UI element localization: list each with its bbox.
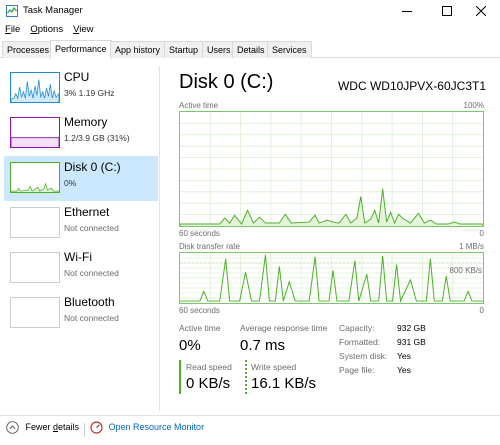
active-time-stat-value: 0% bbox=[179, 337, 201, 354]
minimize-icon bbox=[402, 11, 412, 12]
tab-processes[interactable]: Processes bbox=[2, 41, 55, 58]
resource-sidebar: CPU 3% 1.19 GHz Memory 1.2/3.9 GB (31%) … bbox=[0, 66, 160, 411]
tab-app-history[interactable]: App history bbox=[110, 41, 166, 58]
sidebar-ethernet-name: Ethernet bbox=[64, 205, 110, 219]
active-time-graph bbox=[179, 111, 484, 227]
menu-view[interactable]: View bbox=[68, 22, 98, 38]
fewer-details-label: Fewer details bbox=[25, 421, 80, 432]
resource-monitor-icon bbox=[90, 421, 103, 434]
read-speed-value: 0 KB/s bbox=[186, 375, 231, 392]
bluetooth-thumbnail-graph bbox=[10, 297, 60, 328]
write-speed-label: Write speed bbox=[251, 362, 297, 372]
detail-title: Disk 0 (C:) bbox=[179, 71, 274, 93]
sidebar-item-wifi[interactable]: Wi-Fi Not connected bbox=[4, 246, 158, 291]
sidebar-cpu-name: CPU bbox=[64, 70, 90, 84]
sidebar-item-ethernet[interactable]: Ethernet Not connected bbox=[4, 201, 158, 246]
disk-model: WDC WD10JPVX-60JC3T1 bbox=[337, 79, 486, 93]
active-time-graph-max: 100% bbox=[463, 101, 484, 110]
sidebar-disk-usage: 0% bbox=[64, 178, 77, 188]
sidebar-bluetooth-status: Not connected bbox=[64, 313, 119, 323]
page-file-value: Yes bbox=[397, 365, 411, 375]
maximize-button[interactable] bbox=[428, 0, 466, 22]
sidebar-disk-name: Disk 0 (C:) bbox=[64, 160, 121, 174]
tab-services[interactable]: Services bbox=[267, 41, 312, 58]
maximize-icon bbox=[442, 6, 452, 16]
capacity-label: Capacity: bbox=[339, 323, 375, 333]
write-speed-value: 16.1 KB/s bbox=[251, 375, 317, 392]
sidebar-memory-name: Memory bbox=[64, 115, 108, 129]
menu-bar: File Options View bbox=[0, 22, 500, 38]
tab-bar: Processes Performance App history Startu… bbox=[0, 40, 500, 59]
transfer-rate-graph bbox=[179, 252, 484, 304]
system-disk-value: Yes bbox=[397, 351, 411, 361]
bottom-bar: Fewer details Open Resource Monitor bbox=[0, 415, 500, 445]
avg-response-label: Average response time bbox=[240, 323, 328, 333]
avg-response-value: 0.7 ms bbox=[240, 337, 286, 354]
sidebar-wifi-status: Not connected bbox=[64, 268, 119, 278]
read-speed-label: Read speed bbox=[186, 362, 232, 372]
sidebar-item-cpu[interactable]: CPU 3% 1.19 GHz bbox=[4, 66, 158, 111]
sidebar-memory-usage: 1.2/3.9 GB (31%) bbox=[64, 133, 130, 143]
title-bar: Task Manager bbox=[0, 0, 500, 22]
open-resource-monitor-label: Open Resource Monitor bbox=[108, 421, 205, 432]
wifi-thumbnail-graph bbox=[10, 252, 60, 283]
chevron-up-icon bbox=[6, 421, 19, 434]
sidebar-item-memory[interactable]: Memory 1.2/3.9 GB (31%) bbox=[4, 111, 158, 156]
transfer-rate-graph-max: 1 MB/s bbox=[459, 242, 484, 251]
formatted-value: 931 GB bbox=[397, 337, 426, 347]
active-time-time-right: 0 bbox=[479, 229, 484, 238]
sidebar-item-bluetooth[interactable]: Bluetooth Not connected bbox=[4, 291, 158, 336]
active-time-graph-label: Active time bbox=[179, 101, 219, 110]
disk-thumbnail-graph bbox=[10, 162, 60, 193]
memory-thumbnail-graph bbox=[10, 117, 60, 148]
footer-divider bbox=[84, 423, 85, 437]
sidebar-bluetooth-name: Bluetooth bbox=[64, 295, 115, 309]
window-title: Task Manager bbox=[23, 5, 83, 16]
system-disk-label: System disk: bbox=[339, 351, 388, 361]
tab-performance[interactable]: Performance bbox=[50, 40, 112, 59]
open-resource-monitor-link[interactable]: Open Resource Monitor bbox=[90, 421, 204, 434]
transfer-rate-time-right: 0 bbox=[479, 306, 484, 315]
sidebar-wifi-name: Wi-Fi bbox=[64, 250, 92, 264]
write-speed-marker bbox=[245, 360, 247, 394]
sidebar-item-disk[interactable]: Disk 0 (C:) 0% bbox=[4, 156, 158, 201]
minimize-button[interactable] bbox=[388, 0, 426, 22]
formatted-label: Formatted: bbox=[339, 337, 381, 347]
fewer-details-button[interactable]: Fewer details bbox=[6, 421, 79, 434]
capacity-value: 932 GB bbox=[397, 323, 426, 333]
transfer-rate-graph-label: Disk transfer rate bbox=[179, 242, 240, 251]
menu-options[interactable]: Options bbox=[25, 22, 68, 38]
active-time-stat-label: Active time bbox=[179, 323, 221, 333]
menu-file[interactable]: File bbox=[0, 22, 25, 38]
cpu-thumbnail-graph bbox=[10, 72, 60, 103]
page-file-label: Page file: bbox=[339, 365, 375, 375]
active-time-time-left: 60 seconds bbox=[179, 229, 220, 238]
sidebar-ethernet-status: Not connected bbox=[64, 223, 119, 233]
ethernet-thumbnail-graph bbox=[10, 207, 60, 238]
transfer-rate-graph-mid: 800 KB/s bbox=[449, 266, 482, 275]
tab-details[interactable]: Details bbox=[232, 41, 270, 58]
close-button[interactable] bbox=[462, 0, 500, 22]
read-speed-marker bbox=[179, 360, 181, 394]
task-manager-icon bbox=[6, 5, 18, 17]
sidebar-cpu-usage: 3% 1.19 GHz bbox=[64, 88, 115, 98]
close-icon bbox=[476, 6, 486, 16]
tab-startup[interactable]: Startup bbox=[164, 41, 204, 58]
transfer-rate-time-left: 60 seconds bbox=[179, 306, 220, 315]
tab-users[interactable]: Users bbox=[202, 41, 236, 58]
